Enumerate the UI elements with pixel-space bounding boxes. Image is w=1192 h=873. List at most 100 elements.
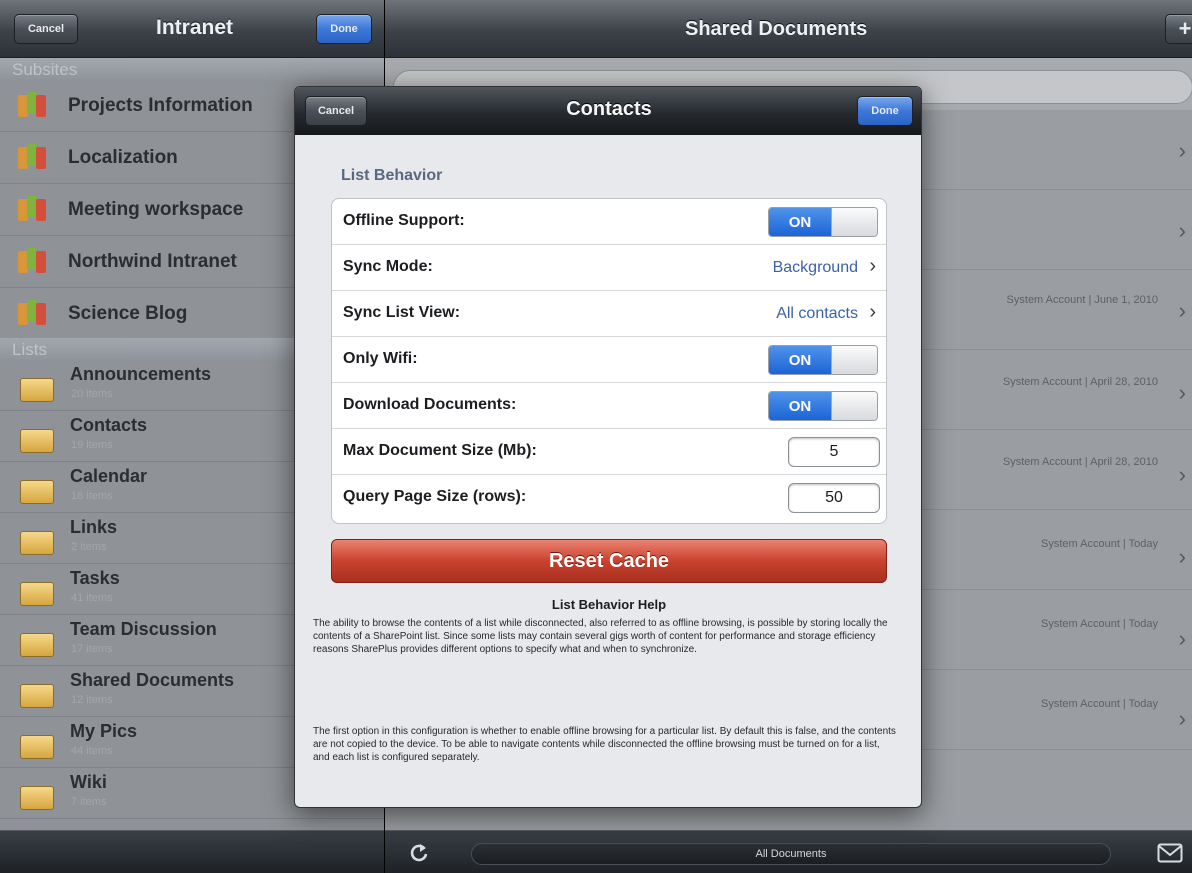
sidebar-done-button[interactable]: Done [316,14,372,44]
toggle-state: ON [769,346,831,374]
list-label: Wiki [70,772,107,792]
max-document-size-field[interactable]: 5 [788,437,880,467]
chevron-right-icon: › [1178,462,1186,487]
links-icon [20,531,54,555]
chevron-right-icon: › [1178,218,1186,243]
site-icon [18,90,54,122]
subsite-label: Localization [68,146,178,168]
wiki-icon [20,786,54,810]
toggle-state: ON [769,392,831,420]
toggle-knob [831,346,877,374]
site-icon [18,194,54,226]
settings-group: Offline Support: ON Sync Mode: Backgroun… [331,198,887,524]
document-meta: System Account | April 28, 2010 [1002,456,1158,468]
list-label: Calendar [70,466,148,486]
list-label: Contacts [70,415,148,435]
add-button[interactable]: + [1165,14,1192,44]
toggle-state: ON [769,208,831,236]
query-page-size-row: Query Page Size (rows): 50 [332,475,886,523]
subsite-label: Science Blog [68,302,188,324]
site-icon [18,246,54,278]
document-meta: System Account | Today [1041,698,1158,710]
sync-list-view-row[interactable]: Sync List View: All contacts › [332,291,886,337]
only-wifi-row: Only Wifi: ON [332,337,886,383]
list-count: 12 items [71,694,113,706]
toggle-knob [831,392,877,420]
document-library-icon [20,684,54,708]
list-count: 7 items [71,796,107,808]
query-page-size-field[interactable]: 50 [788,483,880,513]
document-meta: System Account | April 28, 2010 [1002,376,1158,388]
only-wifi-toggle[interactable]: ON [768,345,878,375]
tasks-icon [20,582,54,606]
list-label: Tasks [70,568,120,588]
contacts-icon [20,429,54,453]
list-count: 19 items [71,439,113,451]
discussion-icon [20,633,54,657]
subsite-label: Northwind Intranet [68,250,237,272]
max-document-size-label: Max Document Size (Mb): [343,442,537,459]
sidebar-title: Intranet [156,16,234,39]
chevron-right-icon: › [869,301,876,323]
help-paragraph: The ability to browse the contents of a … [313,618,888,655]
main-title: Shared Documents [685,18,868,40]
chevron-right-icon: › [1178,138,1186,163]
sidebar-cancel-button[interactable]: Cancel [14,14,78,44]
subsites-header: Subsites [0,58,384,82]
sidebar-navbar: Cancel Intranet Done [0,0,384,58]
chevron-right-icon: › [1178,706,1186,731]
subsite-label: Projects Information [68,94,253,116]
mail-icon[interactable] [1157,843,1183,863]
reset-cache-button[interactable]: Reset Cache [331,539,887,583]
picture-library-icon [20,735,54,759]
download-documents-row: Download Documents: ON [332,383,886,429]
document-meta: System Account | Today [1041,538,1158,550]
list-count: 2 items [71,541,107,553]
list-label: Links [70,517,118,537]
main-toolbar: All Documents [385,830,1192,873]
list-label: My Pics [70,721,138,741]
site-icon [18,142,54,174]
list-count: 20 items [71,388,113,400]
help-paragraph: The first option in this configuration i… [313,726,896,763]
download-documents-label: Download Documents: [343,396,517,413]
list-label: Announcements [70,364,212,384]
chevron-right-icon: › [1178,626,1186,651]
document-meta: System Account | June 1, 2010 [1006,294,1158,306]
modal-navbar: Cancel Contacts Done [295,87,921,135]
chevron-right-icon: › [1178,298,1186,323]
sync-mode-value: Background [772,259,858,276]
main-navbar: Shared Documents + [385,0,1192,58]
site-icon [18,298,54,330]
offline-support-row: Offline Support: ON [332,199,886,245]
sync-list-view-label: Sync List View: [343,304,461,321]
sync-mode-label: Sync Mode: [343,258,433,275]
list-count: 41 items [71,592,113,604]
chevron-right-icon: › [869,255,876,277]
announcements-icon [20,378,54,402]
refresh-icon[interactable] [407,841,431,865]
offline-support-label: Offline Support: [343,212,465,229]
document-meta: System Account | Today [1041,618,1158,630]
view-selector[interactable]: All Documents [471,843,1111,865]
toggle-knob [831,208,877,236]
help-title: List Behavior Help [551,597,667,612]
section-title: List Behavior [341,167,443,184]
list-count: 17 items [71,643,113,655]
modal-title: Contacts [566,98,652,120]
list-label: Shared Documents [70,670,235,690]
sync-mode-row[interactable]: Sync Mode: Background › [332,245,886,291]
download-documents-toggle[interactable]: ON [768,391,878,421]
subsite-label: Meeting workspace [68,198,244,220]
list-count: 16 items [71,490,113,502]
chevron-right-icon: › [1178,544,1186,569]
list-count: 44 items [71,745,113,757]
list-label: Team Discussion [70,619,217,639]
chevron-right-icon: › [1178,380,1186,405]
sidebar-toolbar [0,830,384,873]
calendar-icon [20,480,54,504]
sync-list-view-value: All contacts [776,305,858,322]
modal-done-button[interactable]: Done [857,96,913,126]
query-page-size-label: Query Page Size (rows): [343,488,527,505]
offline-support-toggle[interactable]: ON [768,207,878,237]
